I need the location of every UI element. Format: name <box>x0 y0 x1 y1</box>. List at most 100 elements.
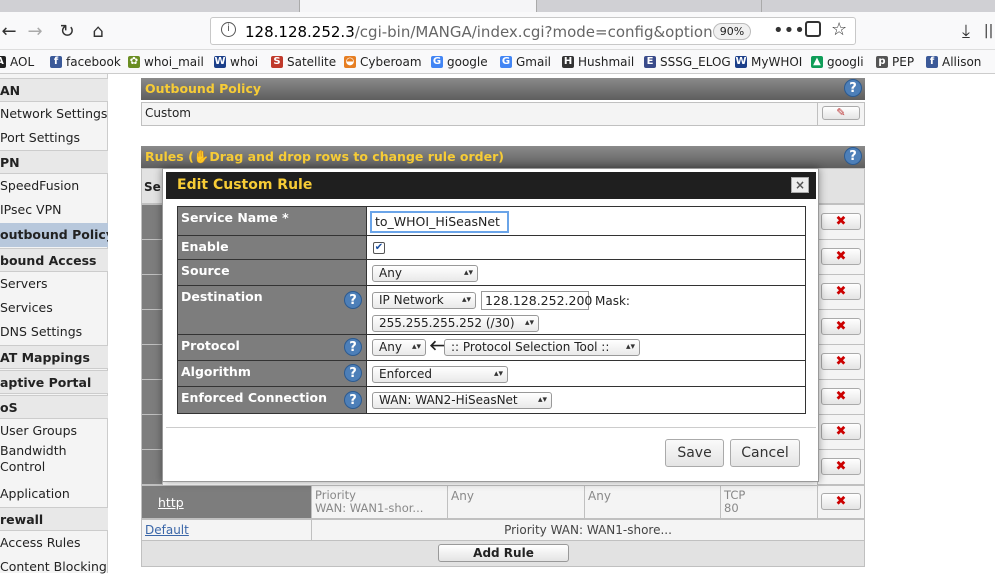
outbound-policy-header: Outbound Policy ? <box>141 78 865 100</box>
help-icon[interactable]: ? <box>844 79 862 97</box>
destination-ip-input[interactable]: 128.128.252.200 <box>481 291 592 310</box>
bookmark-sssg-elog[interactable]: E SSSG_ELOG <box>644 55 731 69</box>
sidebar-item-outbound-policy[interactable]: outbound Policy <box>0 223 108 247</box>
home-icon[interactable]: ⌂ <box>85 18 111 44</box>
protocol-label: Protocol? <box>178 335 367 360</box>
table-row-drag-handle[interactable] <box>141 274 163 310</box>
sidebar-item-user-groups[interactable]: User Groups <box>0 419 108 443</box>
bookmark-gmail[interactable]: G Gmail <box>500 55 551 69</box>
delete-icon[interactable]: ✖ <box>821 213 861 230</box>
service-name-input[interactable]: to_WHOI_HiSeasNet <box>370 211 509 233</box>
delete-icon[interactable]: ✖ <box>821 493 861 510</box>
sidebar-item-access-rules[interactable]: Access Rules <box>0 531 108 555</box>
bookmark-mywhoi[interactable]: W MyWHOI <box>735 55 802 69</box>
delete-icon[interactable]: ✖ <box>821 423 861 440</box>
http-destination: Any <box>588 489 611 503</box>
algorithm-select[interactable]: Enforced ▴▾ <box>372 366 508 383</box>
bookmark-cyberoam[interactable]: ◒ Cyberoam <box>344 55 422 69</box>
close-icon[interactable]: × <box>791 177 809 193</box>
edit-rule-dialog: Edit Custom Rule × Service Name * to_WHO… <box>162 168 819 482</box>
rule-link-default[interactable]: Default <box>145 523 189 537</box>
sidebar-item-servers[interactable]: Servers <box>0 272 108 296</box>
cancel-button[interactable]: Cancel <box>730 439 800 467</box>
info-icon[interactable]: i <box>221 22 236 37</box>
sidebar-item-control[interactable]: Control <box>0 459 108 475</box>
google-icon: G <box>500 56 512 68</box>
bookmark-pep[interactable]: p PEP <box>876 55 914 69</box>
zoom-level[interactable]: 90% <box>713 23 751 40</box>
rule-link-http[interactable]: http <box>158 495 184 510</box>
delete-icon[interactable]: ✖ <box>821 318 861 335</box>
bookmark-facebook[interactable]: f facebook <box>50 55 121 69</box>
source-select[interactable]: Any ▴▾ <box>372 265 478 282</box>
back-icon[interactable]: ← <box>0 18 22 44</box>
library-icon[interactable]: ||| <box>978 18 995 44</box>
mask-label: Mask: <box>595 294 630 308</box>
help-icon[interactable]: ? <box>344 338 362 356</box>
pocket-icon[interactable] <box>805 21 821 37</box>
chevron-updown-icon: ▴▾ <box>463 268 473 278</box>
sidebar-item-ipsec-vpn[interactable]: IPsec VPN <box>0 198 108 222</box>
enable-label: Enable <box>178 236 367 259</box>
sidebar-item-services[interactable]: Services <box>0 296 108 320</box>
destination-type-select[interactable]: IP Network ▴▾ <box>372 292 476 309</box>
help-icon[interactable]: ? <box>344 291 362 309</box>
help-icon[interactable]: ? <box>844 147 862 165</box>
save-button[interactable]: Save <box>665 439 724 467</box>
bookmark-aol[interactable]: A AOL <box>0 55 34 69</box>
table-row-drag-handle[interactable] <box>141 344 163 380</box>
sidebar-item-bound-access: bound Access <box>0 248 108 272</box>
enforced-connection-select[interactable]: WAN: WAN2-HiSeasNet ▴▾ <box>372 392 552 409</box>
bookmarks-bar: A AOL f facebook ✿ whoi_mail Wwhoi S Satellite ◒ C… <box>0 50 995 74</box>
bookmark-whoi[interactable]: Wwhoi <box>214 55 258 69</box>
outbound-policy-title: Outbound Policy <box>145 81 262 96</box>
help-icon[interactable]: ? <box>344 391 362 409</box>
sidebar-item-network-settings[interactable]: Network Settings <box>0 102 108 126</box>
table-row-drag-handle[interactable] <box>141 449 163 485</box>
reload-icon[interactable]: ↻ <box>54 18 80 44</box>
destination-type-value: IP Network <box>379 293 444 307</box>
table-row-drag-handle[interactable] <box>141 309 163 345</box>
bookmark-star-icon[interactable]: ☆ <box>831 19 847 40</box>
sidebar-item-dns-settings[interactable]: DNS Settings <box>0 320 108 344</box>
delete-icon[interactable]: ✖ <box>821 283 861 300</box>
mask-select[interactable]: 255.255.255.252 (/30) ▴▾ <box>372 315 539 332</box>
url-bar[interactable]: i 128.128.252.3/cgi-bin/MANGA/index.cgi?… <box>210 17 856 45</box>
bookmark-hushmail[interactable]: H Hushmail <box>562 55 634 69</box>
enable-checkbox[interactable]: ✔ <box>373 242 385 254</box>
browser-tab-active[interactable] <box>300 0 537 12</box>
table-row-drag-handle[interactable] <box>141 239 163 275</box>
bookmark-google[interactable]: Ggoogle <box>431 55 488 69</box>
add-rule-button[interactable]: Add Rule <box>438 544 569 562</box>
row-enable: Enable ✔ <box>177 235 806 260</box>
bookmark-satellite[interactable]: S Satellite <box>271 55 336 69</box>
protocol-tool-select[interactable]: :: Protocol Selection Tool :: ▴▾ <box>444 339 640 356</box>
download-icon[interactable]: ⤓ <box>953 18 979 44</box>
sidebar: AN Network Settings Port Settings PN SpeedFu… <box>0 74 108 574</box>
delete-icon[interactable]: ✖ <box>821 248 861 265</box>
delete-icon[interactable]: ✖ <box>821 458 861 475</box>
bookmark-allison[interactable]: f Allison <box>926 55 981 69</box>
sidebar-item-bandwidth[interactable]: Bandwidth <box>0 443 108 459</box>
browser-tab[interactable] <box>0 0 300 12</box>
sidebar-item-port-settings[interactable]: Port Settings <box>0 126 108 150</box>
browser-tab-strip <box>0 0 995 12</box>
sidebar-item-speedfusion[interactable]: SpeedFusion <box>0 174 108 198</box>
forward-icon[interactable]: → <box>22 18 48 44</box>
gear-icon: ✿ <box>128 56 140 68</box>
bookmark-whoi-mail[interactable]: ✿ whoi_mail <box>128 55 204 69</box>
edit-icon[interactable]: ✎ <box>822 106 860 120</box>
help-icon[interactable]: ? <box>344 364 362 382</box>
sidebar-item-content-blocking[interactable]: Content Blocking <box>0 555 108 579</box>
delete-icon[interactable]: ✖ <box>821 388 861 405</box>
sidebar-item-application[interactable]: Application <box>0 482 108 506</box>
table-row-drag-handle[interactable] <box>141 414 163 450</box>
delete-icon[interactable]: ✖ <box>821 353 861 370</box>
browser-tab[interactable] <box>537 0 762 12</box>
table-row-drag-handle[interactable] <box>141 204 163 240</box>
bookmark-googli[interactable]: ▲ googli <box>811 55 864 69</box>
protocol-select[interactable]: Any ▴▾ <box>372 339 426 356</box>
table-row-drag-handle[interactable] <box>141 379 163 415</box>
table-row-delete-cell: ✖ <box>817 204 865 240</box>
more-icon[interactable]: ••• <box>773 20 805 41</box>
